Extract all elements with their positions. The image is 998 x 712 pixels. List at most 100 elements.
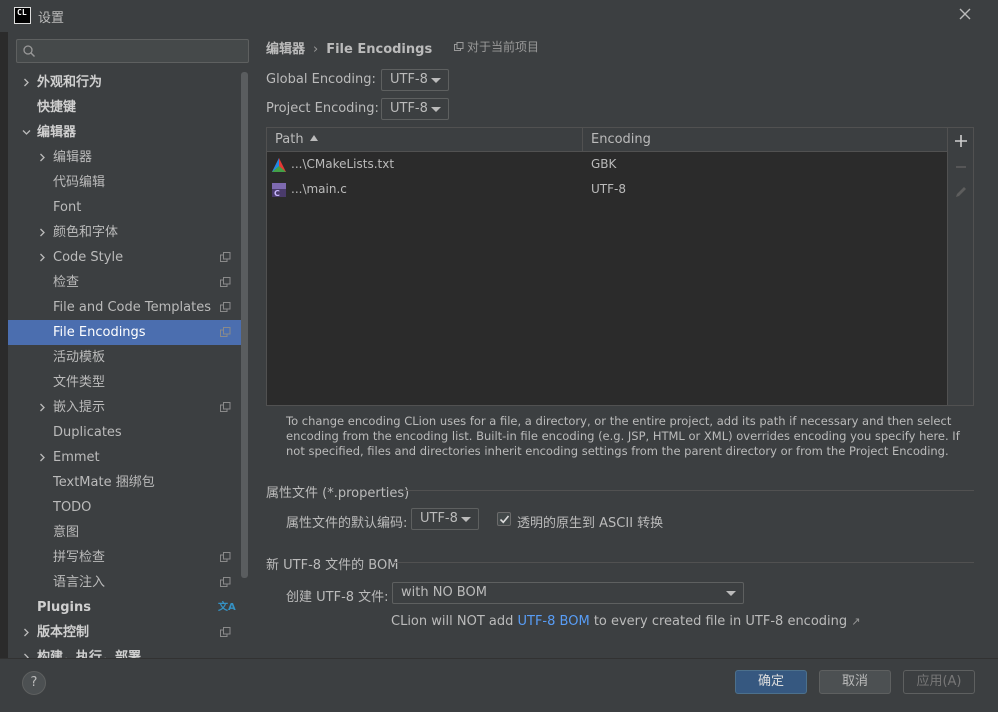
translate-icon: 文A	[218, 602, 236, 613]
sidebar-item-label: 外观和行为	[37, 75, 103, 90]
sidebar-item[interactable]: File Encodings	[8, 320, 241, 345]
sidebar-item[interactable]: 颜色和字体	[8, 220, 241, 245]
close-icon[interactable]	[958, 7, 974, 23]
sidebar-scrollbar[interactable]	[241, 72, 248, 578]
svg-text:C: C	[274, 189, 280, 198]
sidebar-item-label: 编辑器	[53, 150, 93, 165]
sidebar-item[interactable]: File and Code Templates	[8, 295, 241, 320]
bom-group-title: 新 UTF-8 文件的 BOM	[266, 558, 399, 573]
project-encoding-combo[interactable]: UTF-8	[381, 98, 449, 120]
sidebar-item[interactable]: 编辑器	[8, 145, 241, 170]
project-scope-icon	[220, 327, 231, 337]
ok-button[interactable]: 确定	[735, 670, 807, 694]
sidebar-item-label: TextMate 捆绑包	[53, 475, 155, 490]
sidebar-item-label: TODO	[53, 500, 92, 515]
file-encodings-panel: 编辑器 › File Encodings 对于当前项目 Global Encodin…	[250, 32, 998, 658]
sidebar-item-label: 编辑器	[37, 125, 77, 140]
create-utf8-label: 创建 UTF-8 文件:	[286, 590, 389, 605]
sidebar-item[interactable]: 意图	[8, 520, 241, 545]
project-scope-icon	[220, 302, 231, 312]
sidebar-item[interactable]: 语言注入	[8, 570, 241, 595]
table-toolbar	[948, 127, 974, 406]
help-button[interactable]: ?	[22, 671, 46, 695]
project-encoding-label: Project Encoding:	[266, 101, 379, 116]
sidebar-item[interactable]: 拼写检查	[8, 545, 241, 570]
group-divider	[394, 562, 974, 563]
project-scope-hint: 对于当前项目	[454, 38, 539, 55]
settings-tree: 外观和行为 快捷键 编辑器 编辑器 代码编辑 Font 颜色和字体 Code Style 检查 F…	[8, 70, 241, 658]
sidebar-item[interactable]: TextMate 捆绑包	[8, 470, 241, 495]
sidebar-item[interactable]: Font	[8, 195, 241, 220]
search-icon	[22, 44, 36, 62]
apply-button[interactable]: 应用(A)	[903, 670, 975, 694]
chevron-right-icon[interactable]	[38, 403, 47, 412]
sidebar-item[interactable]: 代码编辑	[8, 170, 241, 195]
global-encoding-label: Global Encoding:	[266, 72, 376, 87]
table-row[interactable]: ...\CMakeLists.txt GBK	[267, 152, 947, 177]
sidebar-item[interactable]: Plugins 文A	[8, 595, 241, 620]
column-header-path[interactable]: Path	[267, 128, 583, 152]
project-scope-icon	[454, 42, 464, 51]
sidebar-item[interactable]: 版本控制	[8, 620, 241, 645]
chevron-right-icon[interactable]	[38, 253, 47, 262]
project-scope-icon	[220, 577, 231, 587]
properties-default-encoding-label: 属性文件的默认编码:	[286, 516, 408, 531]
native-to-ascii-checkbox[interactable]	[497, 512, 511, 526]
add-icon[interactable]	[954, 134, 968, 148]
bom-combo[interactable]: with NO BOM	[392, 582, 744, 604]
sidebar-item[interactable]: 编辑器	[8, 120, 241, 145]
sidebar-item-label: 嵌入提示	[53, 400, 106, 415]
settings-search[interactable]	[16, 39, 249, 63]
sidebar-item[interactable]: 嵌入提示	[8, 395, 241, 420]
breadcrumb-parent[interactable]: 编辑器	[266, 42, 305, 57]
chevron-right-icon[interactable]	[22, 628, 31, 637]
chevron-down-icon[interactable]	[22, 128, 31, 137]
sidebar-item[interactable]: 活动模板	[8, 345, 241, 370]
sidebar-item-label: 文件类型	[53, 375, 106, 390]
remove-icon[interactable]	[954, 160, 968, 174]
edit-pencil-icon[interactable]	[954, 185, 968, 199]
sidebar-item-label: 意图	[53, 525, 80, 540]
breadcrumb-separator: ›	[313, 42, 319, 57]
properties-group-title: 属性文件 (*.properties)	[266, 486, 410, 501]
global-encoding-combo[interactable]: UTF-8	[381, 69, 449, 91]
sidebar-item[interactable]: 快捷键	[8, 95, 241, 120]
sidebar-item-label: Font	[53, 200, 82, 215]
group-divider	[403, 490, 974, 491]
search-input[interactable]	[41, 42, 241, 60]
sidebar-item[interactable]: TODO	[8, 495, 241, 520]
column-header-encoding[interactable]: Encoding	[583, 128, 947, 152]
sidebar-item-label: Plugins	[37, 600, 91, 615]
sidebar-item[interactable]: 外观和行为	[8, 70, 241, 95]
sidebar-item-label: 代码编辑	[53, 175, 106, 190]
row-encoding[interactable]: GBK	[591, 152, 616, 177]
sidebar-item[interactable]: 构建，执行，部署	[8, 645, 241, 658]
chevron-right-icon[interactable]	[38, 153, 47, 162]
sidebar-item[interactable]: 检查	[8, 270, 241, 295]
c-file-icon: C	[271, 182, 287, 198]
table-row[interactable]: C ...\main.c UTF-8	[267, 177, 947, 202]
chevron-right-icon[interactable]	[38, 228, 47, 237]
sidebar-item-label: 语言注入	[53, 575, 106, 590]
row-encoding[interactable]: UTF-8	[591, 177, 626, 202]
sidebar-item[interactable]: 文件类型	[8, 370, 241, 395]
chevron-down-icon	[431, 107, 441, 112]
encoding-table: Path Encoding ...\CMakeLists.txt GBK C .…	[266, 127, 948, 406]
settings-sidebar: 外观和行为 快捷键 编辑器 编辑器 代码编辑 Font 颜色和字体 Code Style 检查 F…	[8, 32, 250, 658]
row-path: ...\main.c	[291, 182, 347, 196]
chevron-down-icon	[726, 591, 736, 596]
external-link-icon: ↗	[851, 615, 861, 628]
sidebar-item[interactable]: Duplicates	[8, 420, 241, 445]
cancel-button[interactable]: 取消	[819, 670, 891, 694]
chevron-right-icon[interactable]	[22, 78, 31, 87]
sidebar-item[interactable]: Emmet	[8, 445, 241, 470]
utf8-bom-link[interactable]: UTF-8 BOM	[518, 614, 590, 629]
project-scope-icon	[220, 627, 231, 637]
sidebar-item[interactable]: Code Style	[8, 245, 241, 270]
chevron-right-icon[interactable]	[38, 453, 47, 462]
properties-encoding-combo[interactable]: UTF-8	[411, 508, 479, 530]
chevron-down-icon	[461, 517, 471, 522]
sidebar-item-label: 构建，执行，部署	[37, 650, 142, 658]
native-to-ascii-label[interactable]: 透明的原生到 ASCII 转换	[517, 512, 663, 531]
window-title: 设置	[38, 11, 65, 26]
